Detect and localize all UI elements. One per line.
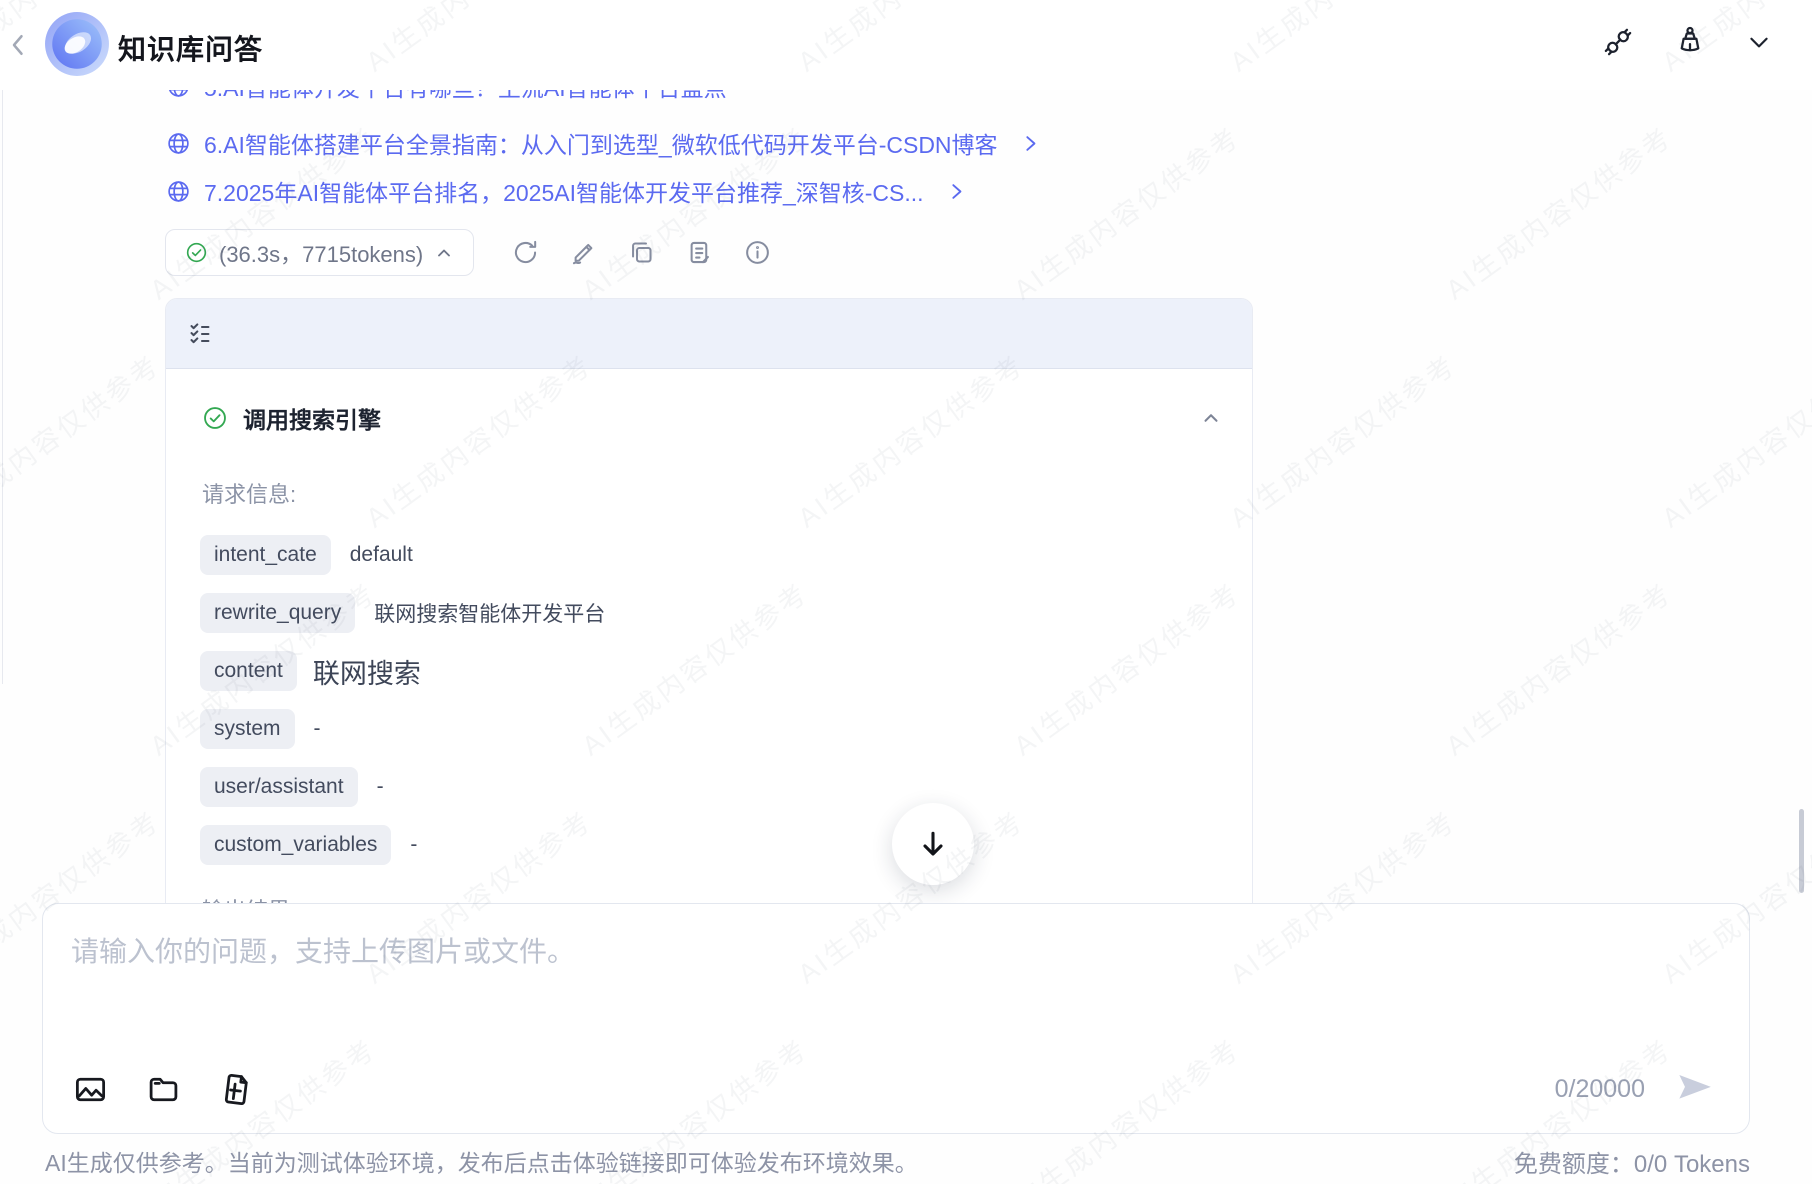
source-link[interactable]: 6.AI智能体搭建平台全景指南：从入门到选型_微软低代码开发平台-CSDN博客 [166, 123, 1306, 163]
source-links-area: 5.AI智能体开发平台有哪些？主流AI智能体平台盘点 6.AI智能体搭建平台全景… [166, 90, 1306, 211]
param-value: default [349, 543, 413, 566]
globe-icon [168, 180, 189, 202]
chevron-right-icon [951, 183, 961, 199]
request-info-label: 请求信息: [202, 482, 297, 507]
arrow-down-icon [923, 831, 943, 856]
status-text: (36.3s，7715tokens) [219, 241, 424, 267]
param-value: 联网搜索智能体开发平台 [374, 603, 606, 626]
param-row: intent_cate default [200, 535, 1252, 575]
param-value: 联网搜索 [312, 658, 421, 689]
param-key-tag: rewrite_query [200, 593, 356, 633]
source-links: 6.AI智能体搭建平台全景指南：从入门到选型_微软低代码开发平台-CSDN博客 … [166, 123, 1306, 211]
param-row: custom_variables - [200, 825, 1252, 865]
param-value: - [410, 833, 418, 856]
link-text: 7.2025年AI智能体平台排名，2025AI智能体开发平台推荐_深智核-CS.… [204, 180, 924, 206]
panel-divider [2, 36, 3, 684]
message-status-row: (36.3s，7715tokens) [165, 229, 771, 276]
chevron-left-icon [12, 35, 23, 55]
link-text: 5.AI智能体开发平台有哪些？主流AI智能体平台盘点 [204, 90, 727, 103]
globe-icon [168, 132, 189, 154]
plugin-icon[interactable] [1602, 26, 1634, 58]
param-list: intent_cate default rewrite_query 联网搜索智能… [200, 535, 1252, 865]
chevron-right-icon [1025, 135, 1035, 151]
scrollbar-thumb[interactable] [1799, 809, 1804, 893]
back-button[interactable] [4, 28, 34, 62]
disclaimer-text: AI生成仅供参考。当前为测试体验环境，发布后点击体验链接即可体验发布环境效果。 [45, 1150, 918, 1176]
step-title: 调用搜索引擎 [243, 407, 381, 433]
truncated-link-clip: 5.AI智能体开发平台有哪些？主流AI智能体平台盘点 [166, 90, 1306, 111]
message-composer: 0/20000 [42, 903, 1750, 1134]
refresh-icon[interactable] [512, 239, 539, 266]
param-key-tag: custom_variables [200, 825, 392, 865]
param-value: - [313, 717, 321, 740]
page-title: 知识库问答 [118, 34, 264, 65]
param-row: user/assistant - [200, 767, 1252, 807]
workflow-card-header[interactable] [166, 299, 1252, 369]
edit-pen-icon[interactable] [570, 239, 597, 266]
param-row: rewrite_query 联网搜索智能体开发平台 [200, 593, 1252, 633]
folder-upload-icon[interactable] [146, 1072, 181, 1107]
status-pill[interactable]: (36.3s，7715tokens) [165, 229, 475, 276]
param-key-tag: intent_cate [200, 535, 331, 575]
file-upload-icon[interactable] [219, 1072, 254, 1107]
send-button[interactable] [1675, 1069, 1715, 1109]
checklist-icon [190, 322, 210, 343]
param-key-tag: system [200, 709, 295, 749]
chevron-up-icon [438, 249, 451, 256]
success-check-icon [204, 407, 226, 429]
scroll-to-bottom-button[interactable] [892, 803, 974, 885]
param-key-tag: content [200, 651, 297, 691]
collapse-chevron-up-icon[interactable] [1200, 407, 1222, 429]
source-link[interactable]: 7.2025年AI智能体平台排名，2025AI智能体开发平台推荐_深智核-CS.… [166, 171, 1306, 211]
copy-icon[interactable] [628, 239, 655, 266]
param-key-tag: user/assistant [200, 767, 358, 807]
info-icon[interactable] [744, 239, 771, 266]
param-value: - [376, 775, 384, 798]
param-row: system - [200, 709, 1252, 749]
note-icon[interactable] [686, 239, 713, 266]
page-footer: AI生成仅供参考。当前为测试体验环境，发布后点击体验链接即可体验发布环境效果。 … [0, 1138, 1812, 1184]
success-check-icon [186, 242, 207, 263]
char-counter: 0/20000 [1554, 1074, 1645, 1103]
quota-text: 免费额度：0/0 Tokens [1513, 1150, 1750, 1178]
clear-brush-icon[interactable] [1674, 26, 1706, 58]
composer-toolbar: 0/20000 [73, 1069, 1715, 1109]
header-actions [1602, 26, 1772, 58]
step-row-search-engine[interactable]: 调用搜索引擎 [202, 401, 1222, 435]
image-upload-icon[interactable] [73, 1072, 108, 1107]
app-logo [44, 11, 110, 77]
link-text: 6.AI智能体搭建平台全景指南：从入门到选型_微软低代码开发平台-CSDN博客 [204, 132, 998, 158]
chevron-down-icon[interactable] [1746, 29, 1772, 55]
message-input[interactable] [71, 930, 1721, 1040]
app-header: 知识库问答 [0, 0, 1812, 90]
workflow-card: 调用搜索引擎 请求信息: intent_cate default rewrite… [165, 298, 1253, 944]
message-actions [512, 239, 771, 266]
param-row: content 联网搜索 [200, 651, 1252, 691]
source-link-truncated[interactable]: 5.AI智能体开发平台有哪些？主流AI智能体平台盘点 [166, 90, 1306, 106]
globe-icon [169, 90, 188, 97]
